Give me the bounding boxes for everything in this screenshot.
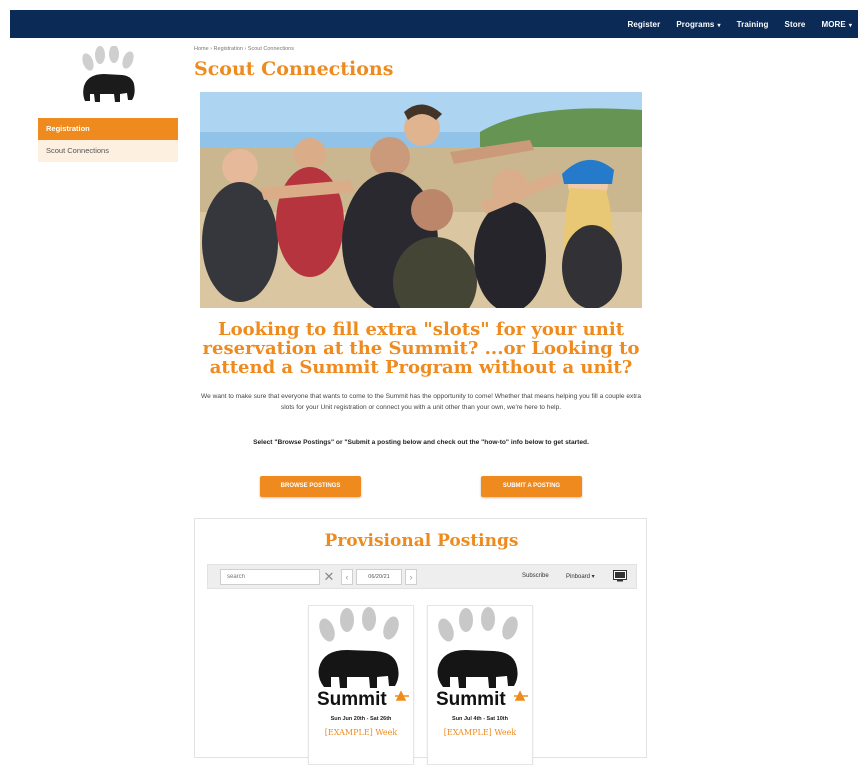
nav-register[interactable]: Register [628,20,661,29]
summit-logo-image: Summit [428,606,532,710]
chevron-down-icon: ▾ [848,22,852,29]
page-title: Scout Connections [194,58,394,80]
breadcrumb[interactable]: Home › Registration › Scout Connections [194,46,294,52]
posting-card[interactable]: Summit Sun Jul 4th - Sat 10th [EXAMPLE] … [427,605,533,765]
nav-training[interactable]: Training [737,20,769,29]
sidebar-menu: Registration Scout Connections [38,118,178,162]
bear-paw-logo[interactable] [78,46,140,110]
intro-paragraph: We want to make sure that everyone that … [200,393,642,411]
postings-panel: Provisional Postings ✕ ‹ 06/20/21 › Subs… [194,518,647,765]
card-title[interactable]: [EXAMPLE] Week [428,728,532,737]
nav-programs[interactable]: Programs ▾ [676,20,720,29]
search-input[interactable] [220,569,320,585]
nav-store[interactable]: Store [785,20,806,29]
postings-toolbar: ✕ ‹ 06/20/21 › Subscribe Pinboard ▾ [207,564,637,589]
summit-logo-image: Summit [309,606,413,710]
pinboard-dropdown[interactable]: Pinboard ▾ [566,573,595,580]
hero-photo [200,92,642,308]
nav-more[interactable]: MORE ▾ [821,20,852,29]
sidebar-item-scout-connections[interactable]: Scout Connections [38,140,178,162]
card-date: Sun Jul 4th - Sat 10th [452,716,508,722]
nav-menu: Register Programs ▾ Training Store MORE ▾ [628,10,853,38]
postings-title: Provisional Postings [324,531,519,551]
nav-programs-label: Programs [676,19,715,29]
sidebar-item-registration[interactable]: Registration [38,118,178,140]
posting-card[interactable]: Summit Sun Jun 20th - Sat 26th [EXAMPLE]… [308,605,414,765]
summit-logo-text: Summit [436,689,506,710]
instruction-text: Select "Browse Postings" or "Submit a po… [253,439,589,446]
chevron-down-icon: ▾ [717,22,721,29]
main-heading: Looking to fill extra "slots" for your u… [202,319,640,378]
card-date: Sun Jun 20th - Sat 26th [330,716,392,722]
submit-posting-button[interactable]: SUBMIT A POSTING [481,476,582,497]
chevron-right-icon[interactable]: › [405,569,417,585]
summit-logo-text: Summit [317,689,387,710]
card-title[interactable]: [EXAMPLE] Week [309,728,413,737]
browse-postings-button[interactable]: BROWSE POSTINGS [260,476,361,497]
subscribe-link[interactable]: Subscribe [522,573,549,579]
monitor-icon[interactable] [613,570,627,582]
chevron-left-icon[interactable]: ‹ [341,569,353,585]
close-icon[interactable]: ✕ [321,569,337,585]
nav-more-label: MORE [821,19,846,29]
top-navbar: Register Programs ▾ Training Store MORE ▾ [10,10,858,38]
date-field[interactable]: 06/20/21 [356,569,402,585]
